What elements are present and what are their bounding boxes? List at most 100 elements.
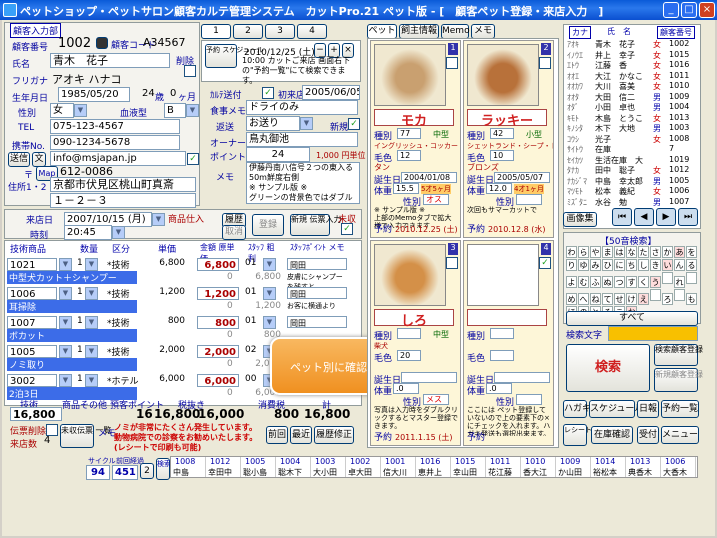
delivery-dropdown-icon[interactable]: ▼ — [300, 117, 313, 130]
visit-date-dropdown-icon[interactable]: ▼ — [152, 213, 165, 226]
pet-kind[interactable] — [397, 328, 421, 339]
memo-field[interactable]: 伊藤丹南八信号２つの東入る50m鮮度右側 ※ サンプル版 ※ グリーンの背景色で… — [246, 162, 360, 204]
tab-owner[interactable]: 飼主情報 — [399, 24, 439, 39]
kana-key[interactable]: き — [650, 259, 661, 271]
kana-key[interactable] — [662, 272, 673, 284]
item-dropdown-icon[interactable]: ▼ — [59, 345, 72, 358]
list-item[interactable]: ｷﾓﾄ 木島 とうこ女 1013 — [565, 113, 699, 123]
list-item[interactable]: ｱｵｷ 青木 花子 女 1002 — [565, 39, 699, 49]
pet-kind[interactable]: 42 — [490, 128, 514, 139]
pet-color[interactable]: 12 — [397, 150, 421, 161]
list-item[interactable]: ｴﾄｳ 江藤 香 女 1016 — [565, 60, 699, 70]
owner-field[interactable]: 鳥丸御池 — [246, 132, 358, 147]
history-item[interactable]: 1012 幸田中 — [206, 457, 241, 477]
list-item[interactable]: ﾐｽﾞﾀﾆ 水谷 勉 男 1007 — [565, 197, 699, 207]
kana-key[interactable] — [674, 289, 685, 301]
tab-memo-en[interactable]: Memo — [441, 24, 470, 39]
kana-key[interactable]: み — [590, 259, 601, 271]
blood-dropdown-icon[interactable]: ▼ — [186, 104, 199, 117]
tab-4[interactable]: 4 — [297, 24, 327, 39]
image-collection-button[interactable]: 画像集 — [563, 212, 597, 227]
kana-key[interactable]: さ — [650, 246, 661, 258]
postcard-button[interactable]: ハガキ — [563, 400, 591, 418]
kana-key[interactable]: め — [566, 293, 577, 305]
schedule-list-button[interactable]: スケジュール — [589, 400, 643, 418]
item-price[interactable]: 2,000 — [155, 345, 185, 355]
kana-key[interactable]: や — [590, 246, 601, 258]
kana-key[interactable]: し — [638, 259, 649, 271]
pet-color[interactable]: 20 — [397, 350, 421, 361]
birth-field[interactable]: 1985/05/20 — [58, 87, 130, 102]
address1-field[interactable]: 京都市伏見区桃山町真斎 — [50, 177, 196, 192]
item-code[interactable]: 1021 — [7, 258, 57, 271]
pet-card[interactable]: 3 しろ 種別 中型 柴犬 毛色 20 誕生日 体重 .0 性別 メス 写真は入力時をダブルクリックする… — [370, 240, 461, 446]
pet-photo[interactable] — [374, 244, 446, 306]
pet-birth[interactable] — [401, 372, 457, 383]
recent-button[interactable]: 最近 — [290, 426, 312, 444]
daily-report-button[interactable]: 日報 — [637, 400, 659, 418]
pet-photo[interactable] — [374, 44, 446, 106]
kana-key[interactable]: に — [614, 259, 625, 271]
reserve-list-button[interactable]: 予約一覧 — [661, 400, 699, 418]
list-item[interactable]: ｷﾉｼﾀ 木下 大地 男 1003 — [565, 123, 699, 133]
qty-dropdown-icon[interactable]: ▼ — [85, 345, 98, 358]
qty-dropdown-icon[interactable]: ▼ — [85, 287, 98, 300]
kana-key[interactable]: ぬ — [602, 276, 613, 288]
kana-key[interactable]: ひ — [602, 259, 613, 271]
visit-time-field[interactable]: 20:45 — [64, 225, 112, 240]
last-record-icon[interactable]: ⏭ — [678, 208, 698, 226]
item-price[interactable]: 6,800 — [155, 258, 185, 268]
list-item[interactable]: ｲﾉｳｴ 井上 幸子 女 1015 — [565, 50, 699, 60]
pet-weight[interactable]: .0 — [393, 383, 419, 394]
list-item[interactable]: ｺｳｼ 光子 女 1008 — [565, 134, 699, 144]
prev-record-icon[interactable]: ◀ — [634, 208, 654, 226]
send-button[interactable]: 送信 — [8, 152, 30, 167]
list-item[interactable]: ｵｵﾀ 大田 信二 男 1009 — [565, 92, 699, 102]
pet-gender[interactable]: オス — [423, 194, 449, 205]
search-button[interactable]: 検索 — [566, 344, 650, 392]
pet-card[interactable]: 4 ✓ 種別 毛色 誕生日 体重 .0 性別 ここには ペット登録していないので上の要素下の×に… — [463, 240, 554, 446]
kana-key[interactable]: を — [686, 246, 697, 258]
kana-key[interactable]: ま — [602, 246, 613, 258]
kana-key[interactable]: れ — [674, 276, 685, 288]
list-item[interactable]: ｵｵｶﾜ 大川 喜美 女 1010 — [565, 81, 699, 91]
mobile-field[interactable]: 090-1234-5678 — [50, 135, 180, 150]
kana-key[interactable]: な — [626, 246, 637, 258]
history-item[interactable]: 1015 幸山田 — [451, 457, 486, 477]
schedule-button[interactable]: 予約 スケジュール — [205, 44, 264, 68]
email-checkbox[interactable]: ✓ — [187, 153, 199, 165]
kana-key[interactable] — [650, 289, 661, 301]
kana-key[interactable]: よ — [566, 276, 577, 288]
first-record-icon[interactable]: ⏮ — [612, 208, 632, 226]
pet-photo[interactable] — [467, 244, 539, 306]
item-qty[interactable]: 1 — [77, 287, 83, 297]
tab-2[interactable]: 2 — [233, 24, 263, 39]
search-text-field[interactable] — [608, 326, 698, 341]
kana-key[interactable]: あ — [674, 246, 685, 258]
qty-dropdown-icon[interactable]: ▼ — [85, 316, 98, 329]
reception-button[interactable]: 受付 — [637, 426, 659, 444]
kana-key[interactable]: ね — [590, 293, 601, 305]
pet-kind[interactable] — [490, 328, 514, 339]
visit-time-dropdown-icon[interactable]: ▼ — [112, 226, 125, 239]
item-staff[interactable]: 01 — [245, 316, 256, 326]
item-staff[interactable]: 02 — [245, 345, 256, 355]
history-item[interactable]: 1016 恵井上 — [416, 457, 451, 477]
new-customer-button[interactable]: 新規顧客登録 — [654, 368, 703, 392]
kana-key[interactable]: ゆ — [578, 259, 589, 271]
tab-pet[interactable]: ペット — [367, 24, 397, 39]
pet-card[interactable]: 2ラッキー種別42小型シェットランド・シープ・ドッグ毛色10ブロンズ誕生日200… — [463, 40, 554, 238]
kana-key[interactable] — [686, 272, 697, 284]
tel-field[interactable]: 075-123-4567 — [50, 119, 180, 134]
pet-birth[interactable] — [494, 372, 550, 383]
item-staff[interactable]: 01 — [245, 287, 256, 297]
item-code[interactable]: 3002 — [7, 374, 57, 387]
list-item[interactable]: ｵｵｴ 大江 かなこ女 1011 — [565, 71, 699, 81]
staff-dropdown-icon[interactable]: ▼ — [263, 258, 276, 271]
item-price[interactable]: 1,200 — [155, 287, 185, 297]
prev-button[interactable]: 前回 — [266, 426, 288, 444]
item-staff-name[interactable]: 岡田 — [287, 287, 347, 299]
item-staff-name[interactable]: 岡田 — [287, 316, 347, 328]
kana-key[interactable]: え — [638, 293, 649, 305]
kana-key[interactable]: た — [638, 246, 649, 258]
